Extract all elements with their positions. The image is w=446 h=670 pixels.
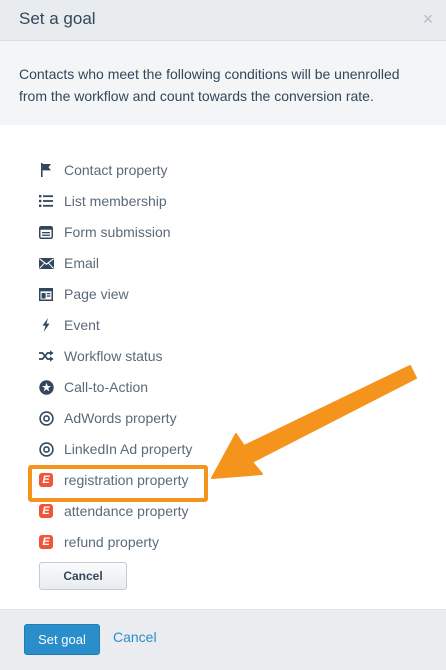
option-label: registration property [64,472,189,488]
form-icon [38,224,54,240]
eventbrite-glyph: E [39,535,53,549]
target-icon [38,441,54,457]
description-text: Contacts who meet the following conditio… [19,66,400,104]
star-circle-icon [38,379,54,395]
option-linkedin-ad-property[interactable]: LinkedIn Ad property [38,437,192,461]
modal-title: Set a goal [19,9,96,28]
eventbrite-glyph: E [39,504,53,518]
option-attendance-property[interactable]: E attendance property [38,499,189,523]
option-adwords-property[interactable]: AdWords property [38,406,177,430]
lightning-icon [38,317,54,333]
option-contact-property[interactable]: Contact property [38,158,168,182]
flag-icon [38,162,54,178]
option-label: Event [64,317,100,333]
option-page-view[interactable]: Page view [38,282,129,306]
shuffle-icon [38,348,54,364]
option-registration-property[interactable]: E registration property [38,468,189,492]
eventbrite-icon: E [38,534,54,550]
page-icon [38,286,54,302]
envelope-icon [38,255,54,271]
option-label: refund property [64,534,159,550]
set-goal-button[interactable]: Set goal [24,624,100,655]
option-workflow-status[interactable]: Workflow status [38,344,163,368]
target-icon [38,410,54,426]
modal-header: Set a goal × [0,0,446,41]
option-list-membership[interactable]: List membership [38,189,167,213]
option-label: Page view [64,286,129,302]
inner-cancel-button[interactable]: Cancel [39,562,127,590]
cancel-link[interactable]: Cancel [113,629,157,645]
option-form-submission[interactable]: Form submission [38,220,171,244]
option-event[interactable]: Event [38,313,100,337]
list-icon [38,193,54,209]
eventbrite-icon: E [38,472,54,488]
option-label: List membership [64,193,167,209]
option-call-to-action[interactable]: Call-to-Action [38,375,148,399]
option-label: LinkedIn Ad property [64,441,193,457]
option-label: Call-to-Action [64,379,149,395]
eventbrite-glyph: E [39,473,53,487]
option-label: Email [64,255,100,271]
close-icon[interactable]: × [420,9,436,29]
option-refund-property[interactable]: E refund property [38,530,159,554]
option-label: attendance property [64,503,189,519]
option-email[interactable]: Email [38,251,99,275]
option-label: Contact property [64,162,168,178]
set-goal-modal: Set a goal × Contacts who meet the follo… [0,0,446,670]
option-label: Workflow status [64,348,163,364]
option-label: AdWords property [64,410,177,426]
eventbrite-icon: E [38,503,54,519]
option-label: Form submission [64,224,171,240]
